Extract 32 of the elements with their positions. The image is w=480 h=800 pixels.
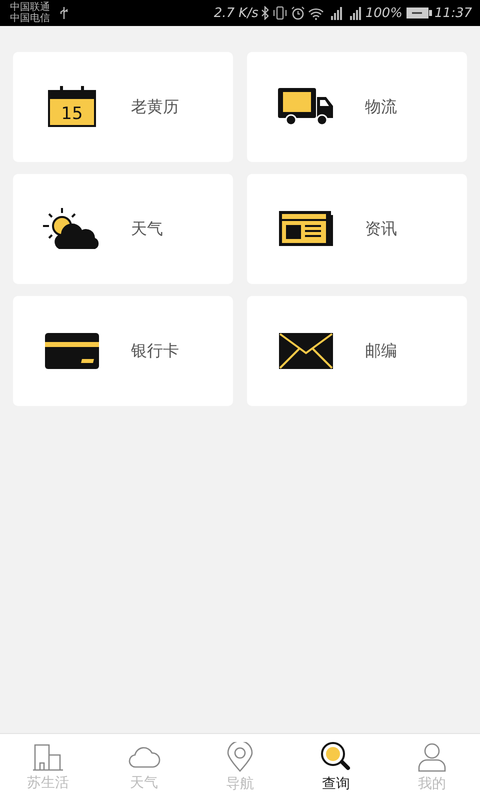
building-icon [32,742,64,770]
service-tile[interactable]: 15 老黄历 [13,52,233,162]
tile-label: 资讯 [365,218,397,240]
tile-label: 天气 [131,218,163,240]
usb-icon [59,7,69,19]
service-tile[interactable]: 物流 [247,52,467,162]
alarm-icon [291,6,306,20]
tab-item[interactable]: 查询 [288,734,384,800]
battery-percent: 100% [365,6,403,20]
battery-icon [406,7,432,19]
search-icon [320,742,352,772]
tile-label: 老黄历 [131,96,179,118]
envelope-icon [279,333,333,369]
location-pin-icon [226,742,254,772]
carrier-name: 中国联通 [10,2,50,13]
truck-icon [278,88,334,126]
service-tile[interactable]: 邮编 [247,296,467,406]
newspaper-icon [279,211,333,247]
service-tile[interactable]: 天气 [13,174,233,284]
tile-label: 邮编 [365,340,397,362]
clock-time: 11:37 [434,6,472,20]
tile-label: 物流 [365,96,397,118]
person-icon [417,742,447,772]
network-speed: 2.7 K/s [214,6,258,20]
vibrate-icon [272,6,288,20]
wifi-icon [308,6,324,20]
bluetooth-icon [261,6,270,20]
carrier-name: 中国电信 [10,13,50,24]
service-tile[interactable]: 银行卡 [13,296,233,406]
service-tile[interactable]: 资讯 [247,174,467,284]
tile-label: 银行卡 [131,340,179,362]
bank-card-icon [45,333,99,369]
